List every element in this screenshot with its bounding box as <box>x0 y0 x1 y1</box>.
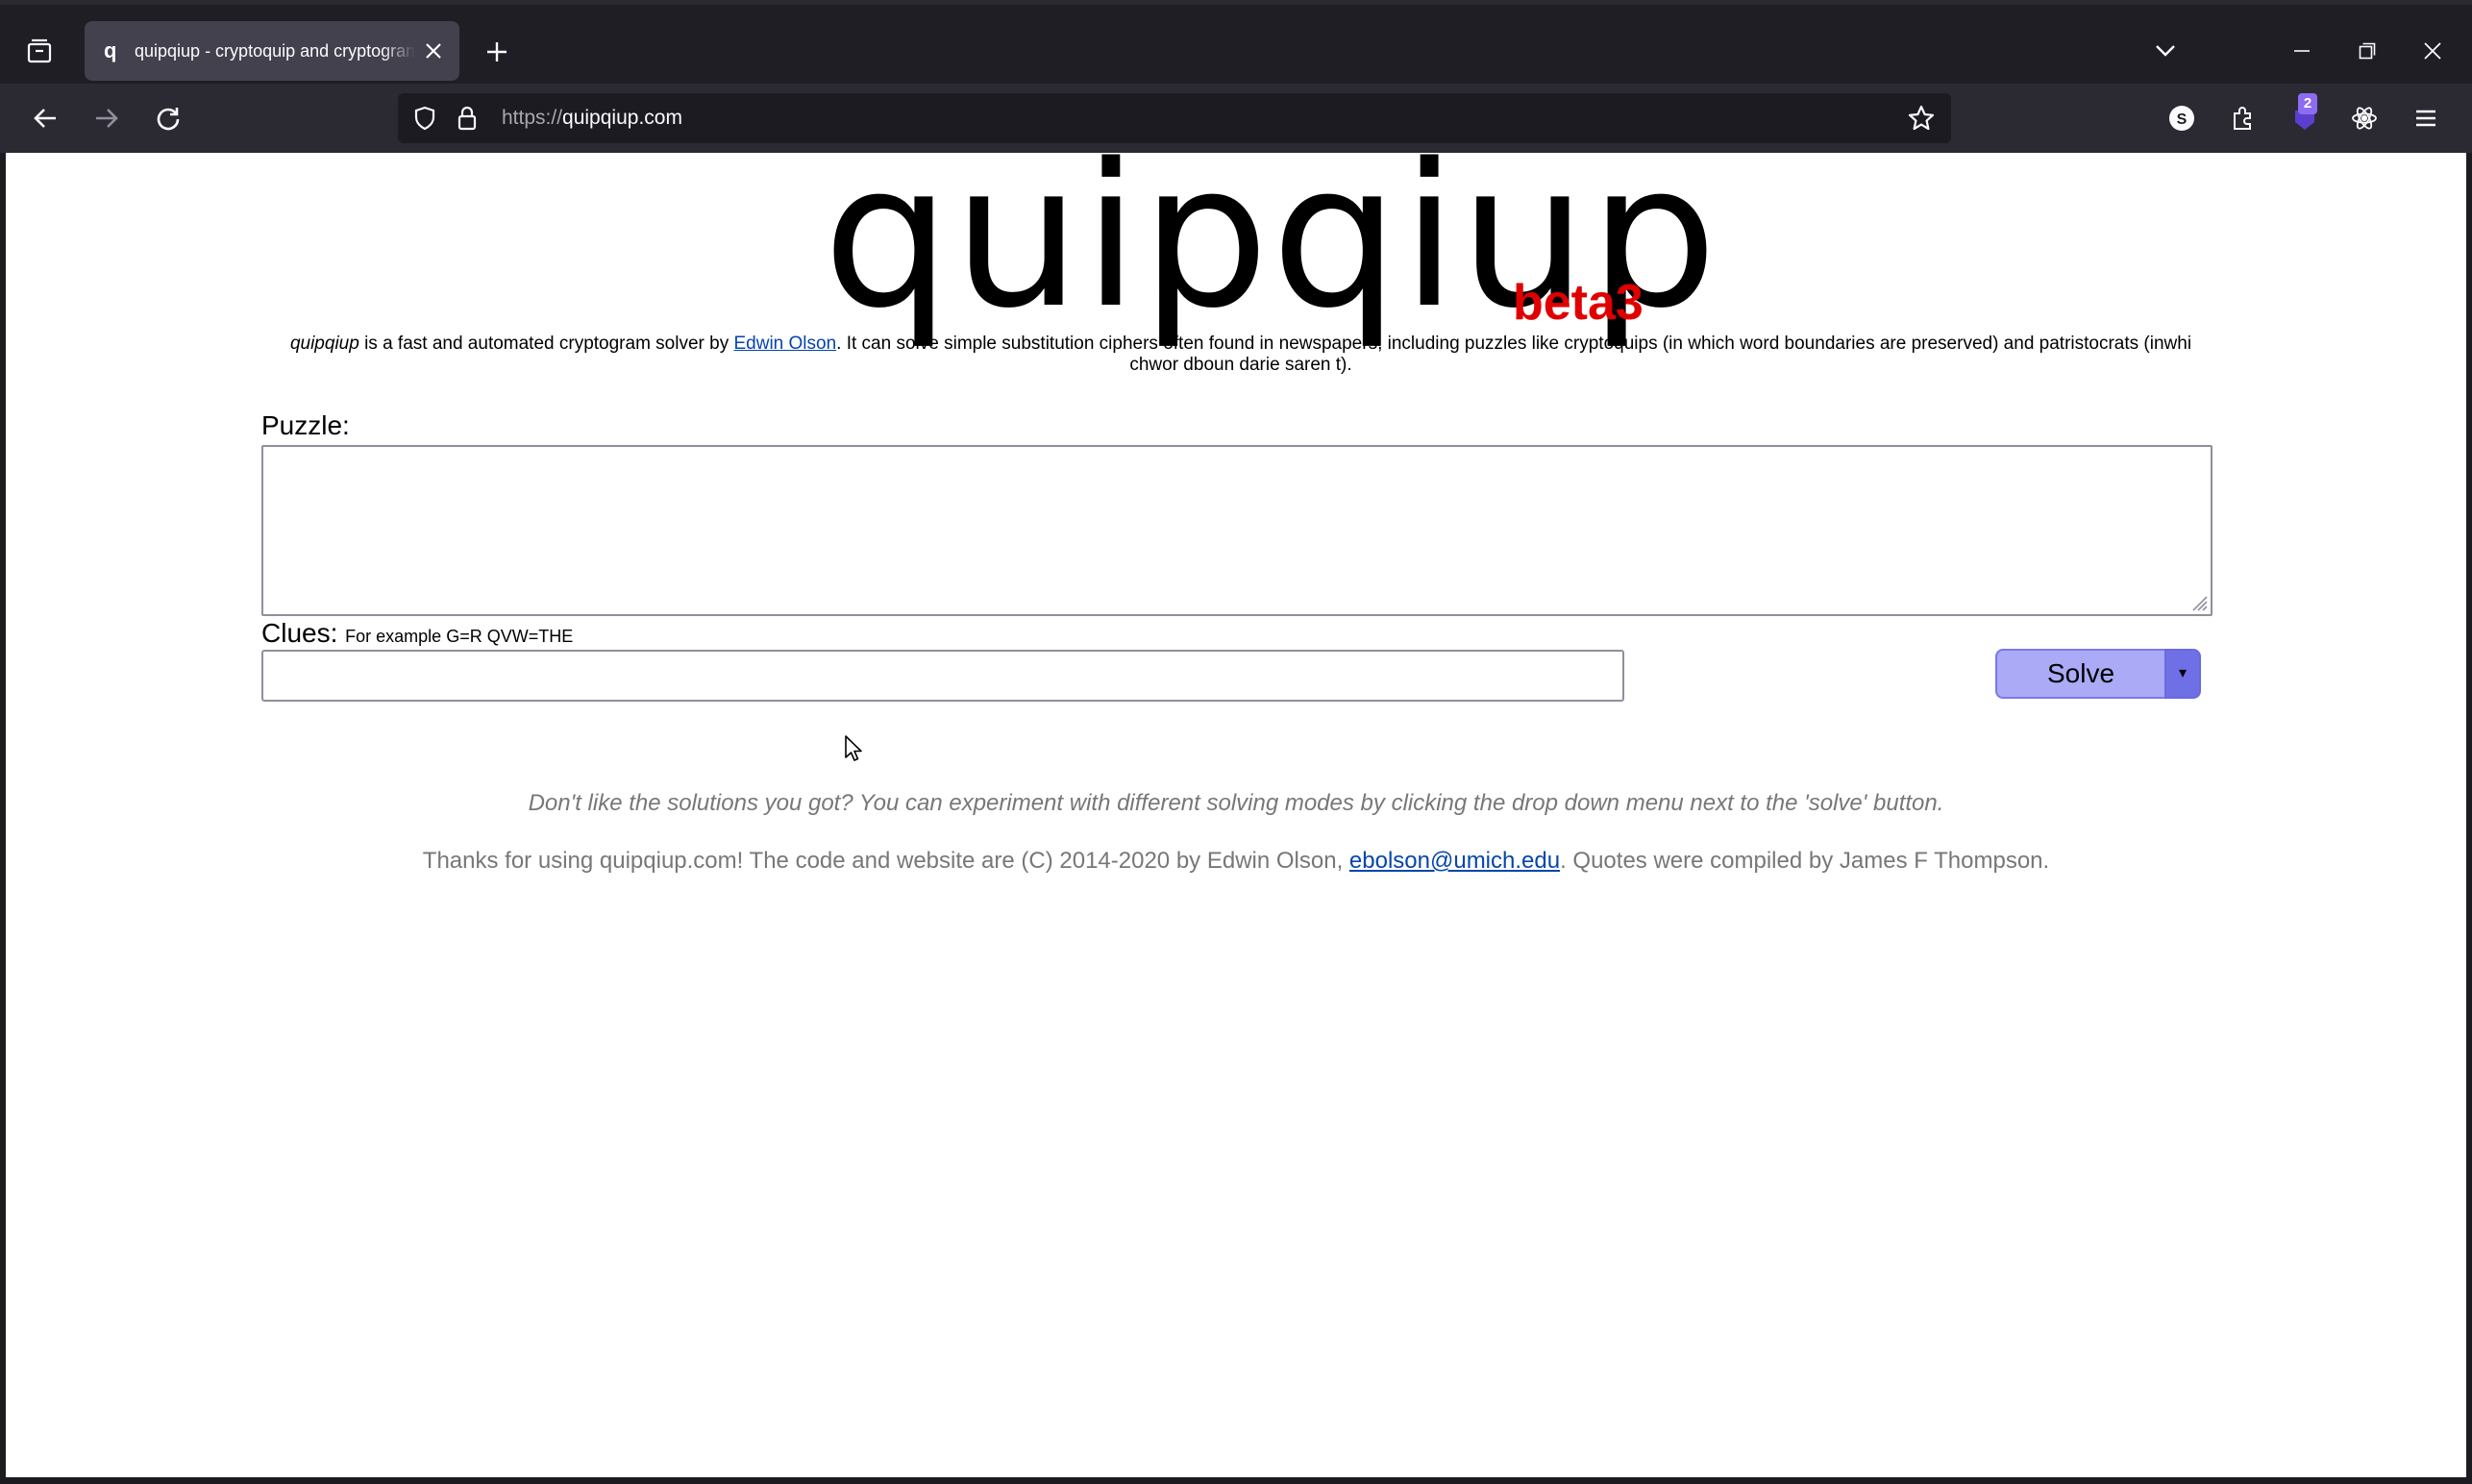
close-window-icon[interactable] <box>2418 37 2447 65</box>
menu-icon[interactable] <box>2410 103 2441 134</box>
bookmark-star-icon[interactable] <box>1907 104 1936 133</box>
clues-example: For example G=R QVW=THE <box>345 627 574 646</box>
browser-titlebar: q quipqiup - cryptoquip and cryptogram s… <box>0 0 2472 84</box>
intro-paragraph: quipqiup is a fast and automated cryptog… <box>265 334 2216 376</box>
email-link[interactable]: ebolson@umich.edu <box>1349 848 1560 874</box>
mouse-cursor-icon <box>845 735 862 761</box>
back-icon[interactable] <box>29 102 62 135</box>
solve-button[interactable]: Solve <box>1995 649 2164 699</box>
clues-input[interactable] <box>261 650 1624 702</box>
react-devtools-icon[interactable] <box>2349 103 2380 134</box>
reload-icon[interactable] <box>152 102 185 135</box>
tab-list-icon[interactable] <box>23 35 56 67</box>
intro-brand: quipqiup <box>289 334 359 354</box>
tab-active[interactable]: q quipqiup - cryptoquip and cryptogram s… <box>85 21 459 81</box>
url-host: quipqiup.com <box>562 107 682 129</box>
list-all-tabs-icon[interactable] <box>2151 37 2180 65</box>
solve-mode-dropdown[interactable]: ▾ <box>2164 649 2201 699</box>
footer-text-2: . Quotes were compiled by James F Thomps… <box>1560 848 2050 874</box>
forward-icon[interactable] <box>90 102 123 135</box>
new-tab-icon[interactable] <box>481 36 513 68</box>
account-icon[interactable]: S <box>2166 103 2197 134</box>
site-logo: quipqiup beta3 <box>6 136 2466 345</box>
intro-text-2: . It can solve simple substitution ciphe… <box>836 334 2192 375</box>
footer-text-1: Thanks for using quipqiup.com! The code … <box>422 848 1349 874</box>
shield-icon[interactable] <box>411 105 438 132</box>
author-link[interactable]: Edwin Olson <box>733 334 836 354</box>
url-scheme: https:// <box>502 107 563 129</box>
logo-beta-tag: beta3 <box>1513 275 1644 331</box>
intro-text-1: is a fast and automated cryptogram solve… <box>358 334 734 354</box>
resize-grip-icon[interactable] <box>2188 591 2209 612</box>
clues-label: Clues: <box>261 618 338 648</box>
restore-icon[interactable] <box>2353 37 2382 65</box>
footer-text: Thanks for using quipqiup.com! The code … <box>6 848 2466 875</box>
page-content: quipqiup beta3 quipqiup is a fast and au… <box>6 136 2466 1477</box>
tab-title: quipqiup - cryptoquip and cryptogram sol… <box>135 41 415 61</box>
svg-text:S: S <box>2177 111 2188 128</box>
solving-modes-hint: Don't like the solutions you got? You ca… <box>528 790 1944 816</box>
clues-label-row: Clues: For example G=R QVW=THE <box>261 618 573 652</box>
puzzle-textarea[interactable] <box>261 445 2212 616</box>
minimize-icon[interactable] <box>2287 37 2316 65</box>
lock-icon[interactable] <box>454 105 481 132</box>
close-tab-icon[interactable] <box>421 38 446 63</box>
url-text[interactable]: https://quipqiup.com <box>502 107 682 130</box>
puzzle-label: Puzzle: <box>261 410 350 440</box>
extension-badge-count: 2 <box>2298 93 2317 114</box>
tab-favicon: q <box>104 38 117 62</box>
extensions-icon[interactable] <box>2228 103 2259 134</box>
